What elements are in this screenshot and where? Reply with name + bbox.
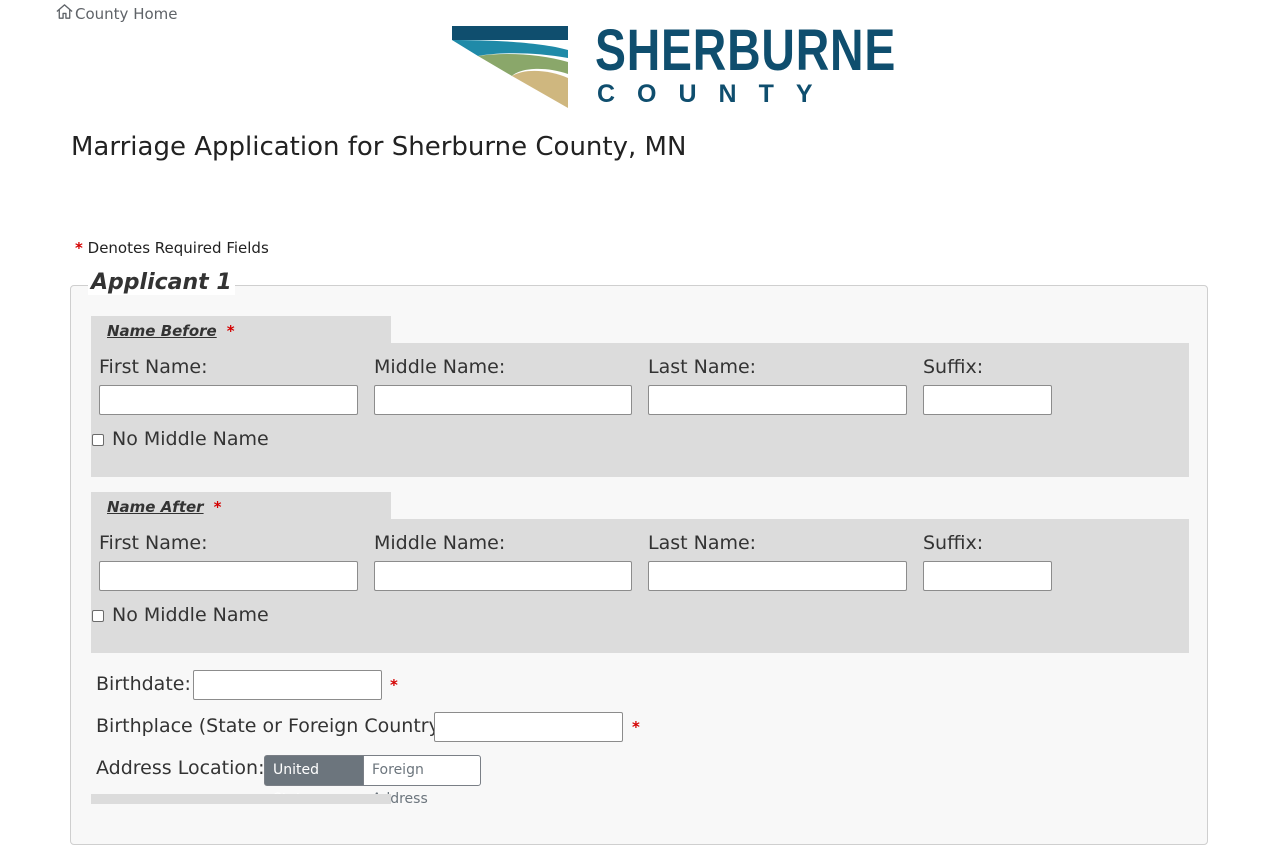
logo-county: COUNTY	[597, 80, 835, 108]
name-after-last-label: Last Name:	[648, 532, 757, 554]
address-foreign-button[interactable]: Foreign Address	[363, 755, 481, 807]
address-us-button[interactable]: United States	[264, 755, 364, 807]
birthplace-label: Birthplace (State or Foreign Country):	[96, 715, 454, 737]
name-after-middle-label: Middle Name:	[374, 532, 506, 554]
birthdate-input[interactable]	[193, 670, 382, 700]
home-icon	[55, 2, 75, 25]
name-before-suffix-input[interactable]	[923, 385, 1052, 415]
county-home-label: County Home	[75, 4, 178, 23]
county-home-link[interactable]: County Home	[55, 2, 178, 25]
name-before-last-input[interactable]	[648, 385, 907, 415]
name-before-middle-label: Middle Name:	[374, 356, 506, 378]
name-before-suffix-label: Suffix:	[923, 356, 984, 378]
name-before-first-input[interactable]	[99, 385, 358, 415]
logo-wordmark: SHERBURNE	[595, 18, 897, 83]
required-note-text: Denotes Required Fields	[87, 239, 269, 257]
required-asterisk: *	[632, 718, 640, 736]
required-fields-note: * Denotes Required Fields	[75, 239, 269, 257]
name-after-middle-input[interactable]	[374, 561, 632, 591]
applicant-1-legend: Applicant 1	[88, 270, 235, 295]
name-before-no-middle-label[interactable]: No Middle Name	[112, 428, 269, 450]
name-before-last-label: Last Name:	[648, 356, 757, 378]
required-asterisk: *	[226, 322, 235, 340]
required-asterisk: *	[75, 239, 83, 257]
birthplace-input[interactable]	[434, 712, 623, 742]
logo-mark	[452, 26, 568, 108]
next-section-heading	[91, 794, 391, 804]
name-before-middle-input[interactable]	[374, 385, 632, 415]
name-after-first-label: First Name:	[99, 532, 208, 554]
birthdate-label: Birthdate:	[96, 673, 191, 695]
page-title: Marriage Application for Sherburne Count…	[71, 132, 687, 162]
required-asterisk: *	[213, 498, 222, 516]
name-after-no-middle-label[interactable]: No Middle Name	[112, 604, 269, 626]
name-before-title: Name Before	[107, 322, 217, 340]
required-asterisk: *	[390, 676, 398, 694]
name-after-heading: Name After *	[91, 492, 391, 520]
name-before-no-middle-checkbox[interactable]	[92, 434, 104, 446]
sherburne-county-logo: SHERBURNE COUNTY	[450, 22, 895, 108]
name-before-heading: Name Before *	[91, 316, 391, 344]
name-before-first-label: First Name:	[99, 356, 208, 378]
address-location-label: Address Location:	[96, 757, 265, 779]
name-after-suffix-label: Suffix:	[923, 532, 984, 554]
name-after-no-middle-checkbox[interactable]	[92, 610, 104, 622]
name-after-first-input[interactable]	[99, 561, 358, 591]
name-after-last-input[interactable]	[648, 561, 907, 591]
name-after-title: Name After	[107, 498, 204, 516]
name-after-suffix-input[interactable]	[923, 561, 1052, 591]
